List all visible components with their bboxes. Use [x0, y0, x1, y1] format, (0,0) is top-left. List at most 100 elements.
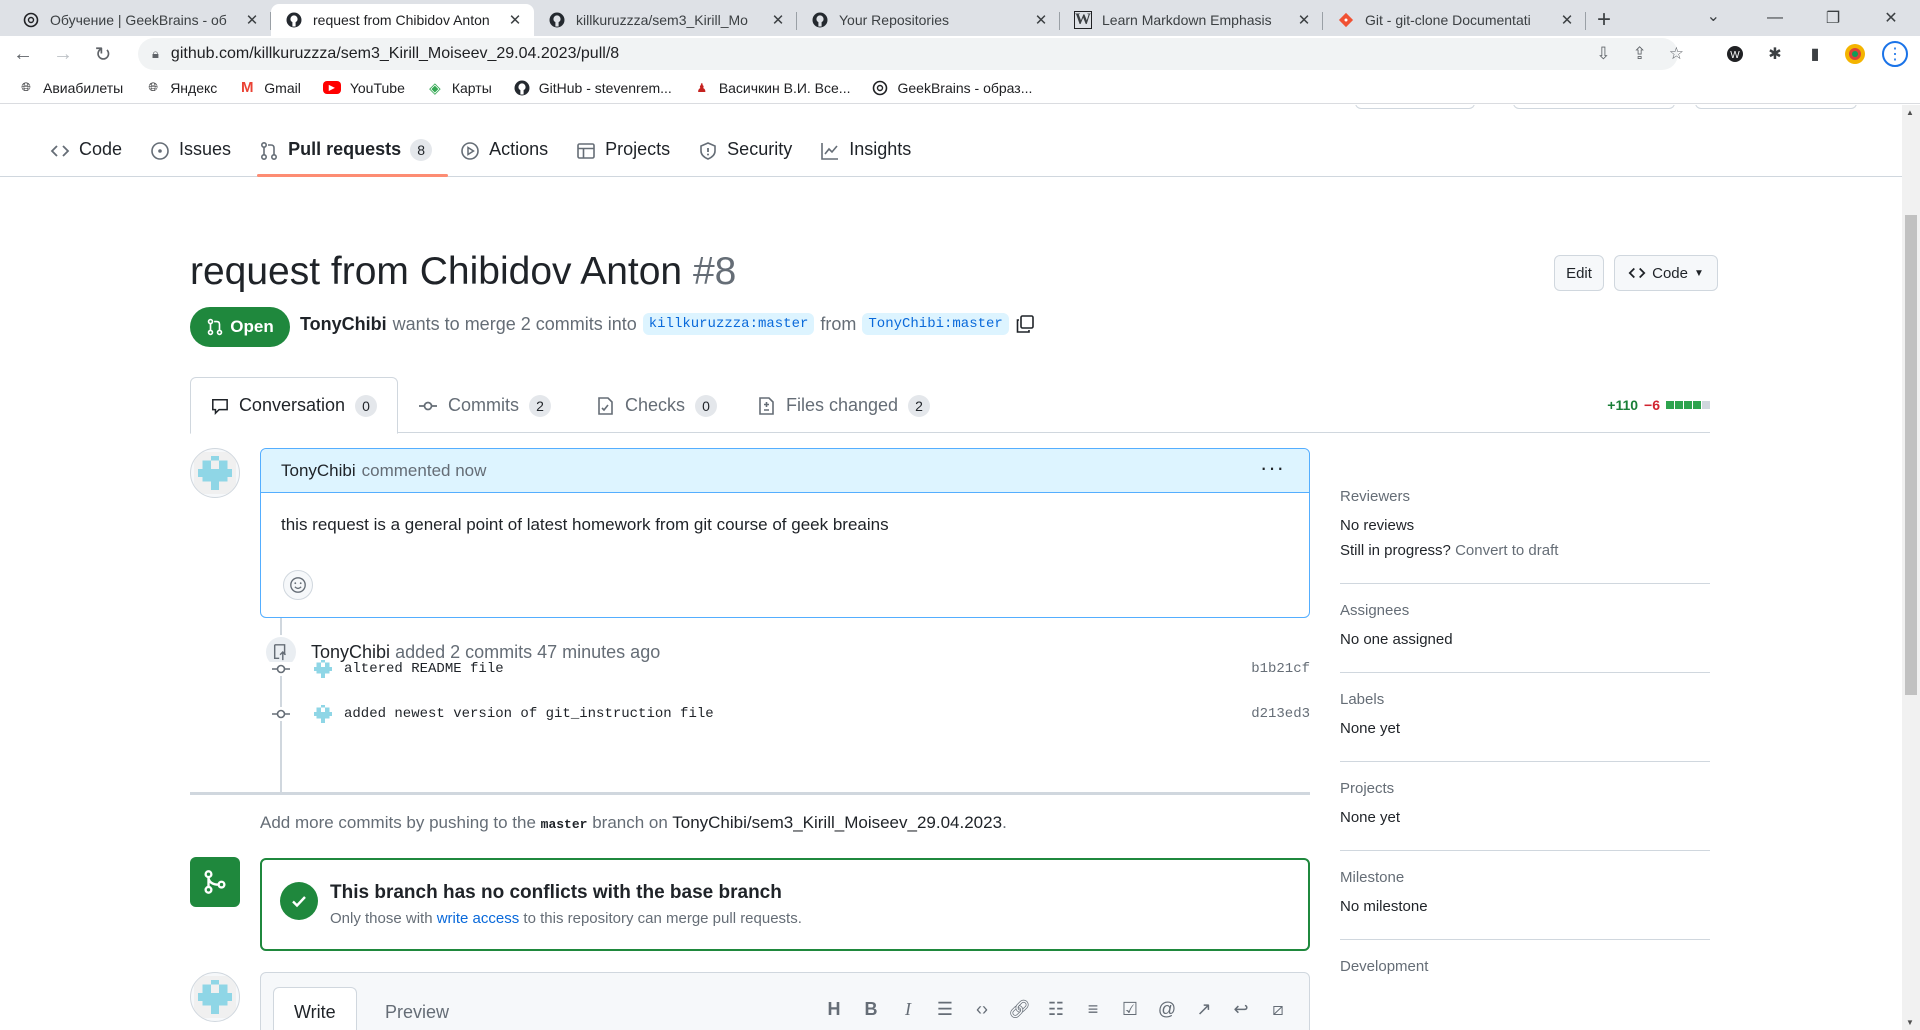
bookmark[interactable]: GitHub - stevenrem...: [514, 80, 672, 96]
code-dropdown-button[interactable]: Code ▼: [1614, 255, 1718, 291]
repo-tab-security[interactable]: Security: [696, 129, 808, 177]
close-icon[interactable]: ✕: [243, 11, 261, 29]
scroll-up-icon[interactable]: ▲: [1906, 108, 1914, 117]
repo-tab-actions[interactable]: Actions: [458, 129, 564, 177]
commit-message[interactable]: altered README file: [344, 661, 1251, 677]
tab-preview[interactable]: Preview: [365, 987, 469, 1030]
avatar[interactable]: [190, 448, 240, 498]
mention-icon[interactable]: @: [1156, 999, 1178, 1020]
base-branch[interactable]: killkuruzzza:master: [642, 313, 815, 335]
star-icon[interactable]: ☆: [1669, 44, 1684, 64]
task-list-icon[interactable]: ☑: [1119, 999, 1141, 1020]
cross-reference-icon[interactable]: ↗: [1193, 999, 1215, 1020]
hint-repo-link[interactable]: TonyChibi/sem3_Kirill_Moiseev_29.04.2023: [672, 813, 1002, 832]
browser-tab[interactable]: Your Repositories ✕: [797, 4, 1060, 36]
close-icon[interactable]: ✕: [1558, 11, 1576, 29]
scroll-down-icon[interactable]: ▼: [1906, 1018, 1914, 1027]
browser-tab[interactable]: W Learn Markdown Emphasis ✕: [1060, 4, 1323, 36]
italic-icon[interactable]: I: [897, 999, 919, 1020]
kebab-menu-icon[interactable]: ···: [1260, 455, 1285, 481]
repo-tab-code[interactable]: Code: [48, 129, 138, 177]
commit-sha[interactable]: b1b21cf: [1251, 661, 1310, 677]
browser-tab[interactable]: Обучение | GeekBrains - об ✕: [8, 4, 271, 36]
sidebar-assignees[interactable]: Assignees No one assigned: [1340, 584, 1710, 673]
forward-icon[interactable]: →: [46, 38, 80, 70]
install-icon[interactable]: ⇩: [1596, 44, 1610, 64]
address-bar[interactable]: 🔒︎ github.com/killkuruzzza/sem3_Kirill_M…: [138, 38, 1678, 70]
close-icon[interactable]: ✕: [506, 11, 524, 29]
ordered-list-icon[interactable]: ≡: [1082, 999, 1104, 1020]
bookmark[interactable]: M Gmail: [239, 79, 301, 96]
bookmark[interactable]: 🌐︎ Авиабилеты: [18, 80, 123, 96]
tab-files-changed[interactable]: Files changed 2: [736, 377, 950, 434]
heading-icon[interactable]: H: [823, 999, 845, 1020]
edit-button[interactable]: Edit: [1554, 255, 1604, 291]
add-reaction-button[interactable]: [283, 570, 313, 600]
browser-tab-active[interactable]: request from Chibidov Anton ✕: [271, 4, 534, 36]
sidebar-heading[interactable]: Projects: [1340, 780, 1710, 797]
minimize-icon[interactable]: —: [1746, 9, 1804, 27]
sidepanel-icon[interactable]: ▮: [1802, 41, 1828, 67]
tab-checks[interactable]: Checks 0: [575, 377, 737, 434]
link-icon[interactable]: 🔗︎: [1008, 999, 1031, 1020]
avatar[interactable]: [312, 658, 334, 680]
new-tab-button[interactable]: +: [1586, 4, 1622, 36]
code-icon[interactable]: ‹›: [971, 999, 993, 1020]
menu-icon[interactable]: ⋮: [1882, 41, 1908, 67]
comment-author[interactable]: TonyChibi: [281, 461, 356, 481]
tab-search-icon[interactable]: ⌄: [1707, 6, 1720, 26]
reply-icon[interactable]: ↩: [1230, 999, 1252, 1020]
avatar[interactable]: [312, 703, 334, 725]
scrollbar-thumb[interactable]: [1905, 215, 1917, 695]
repo-tab-projects[interactable]: Projects: [574, 129, 686, 177]
sidebar-heading[interactable]: Labels: [1340, 691, 1710, 708]
bookmark[interactable]: 🌐︎ Яндекс: [145, 80, 217, 96]
tab-write[interactable]: Write: [273, 987, 357, 1030]
sidebar-heading[interactable]: Assignees: [1340, 602, 1710, 619]
sidebar-milestone[interactable]: Milestone No milestone: [1340, 851, 1710, 940]
reload-icon[interactable]: ↻: [86, 38, 120, 70]
sidebar-heading[interactable]: Reviewers: [1340, 488, 1710, 505]
share-icon[interactable]: ⇪: [1633, 44, 1647, 64]
convert-to-draft-link[interactable]: Convert to draft: [1455, 542, 1558, 559]
bookmark[interactable]: ◈ Карты: [427, 80, 492, 97]
tab-commits[interactable]: Commits 2: [398, 377, 571, 434]
fork-button-partial[interactable]: [1513, 105, 1675, 109]
lock-icon[interactable]: 🔒︎: [152, 46, 159, 62]
avatar[interactable]: [190, 972, 240, 1022]
browser-tab[interactable]: killkuruzzza/sem3_Kirill_Mo ✕: [534, 4, 797, 36]
sidebar-heading[interactable]: Development: [1340, 958, 1710, 975]
browser-tab[interactable]: Git - git-clone Documentati ✕: [1323, 4, 1586, 36]
back-icon[interactable]: ←: [6, 38, 40, 70]
commit-sha[interactable]: d213ed3: [1251, 706, 1310, 722]
write-access-link[interactable]: write access: [437, 910, 520, 927]
page-scrollbar[interactable]: ▲ ▼: [1902, 105, 1920, 1030]
quote-icon[interactable]: ☰: [934, 999, 956, 1020]
puzzle-icon[interactable]: ✱: [1762, 41, 1788, 67]
bookmark[interactable]: ♟ Васичкин В.И. Все...: [694, 80, 850, 96]
extension-w-icon[interactable]: W: [1722, 41, 1748, 67]
restore-icon[interactable]: ❐: [1804, 8, 1862, 28]
copy-icon[interactable]: [1015, 314, 1035, 334]
fullscreen-icon[interactable]: ⧄: [1267, 999, 1289, 1020]
bookmark[interactable]: ▶ YouTube: [322, 80, 405, 96]
sidebar-projects[interactable]: Projects None yet: [1340, 762, 1710, 851]
head-branch[interactable]: TonyChibi:master: [862, 313, 1009, 335]
unordered-list-icon[interactable]: ☷: [1045, 999, 1067, 1020]
close-icon[interactable]: ✕: [1295, 11, 1313, 29]
bold-icon[interactable]: B: [860, 999, 882, 1020]
sidebar-reviewers[interactable]: Reviewers No reviews Still in progress? …: [1340, 470, 1710, 584]
sidebar-development[interactable]: Development: [1340, 940, 1710, 1003]
bookmark[interactable]: GeekBrains - образ...: [872, 80, 1032, 96]
watch-button-partial[interactable]: [1355, 105, 1475, 109]
close-icon[interactable]: ✕: [769, 11, 787, 29]
sidebar-labels[interactable]: Labels None yet: [1340, 673, 1710, 762]
repo-tab-insights[interactable]: Insights: [818, 129, 927, 177]
pr-author-link[interactable]: TonyChibi: [300, 314, 387, 335]
sidebar-heading[interactable]: Milestone: [1340, 869, 1710, 886]
repo-tab-issues[interactable]: Issues: [148, 129, 247, 177]
tab-conversation[interactable]: Conversation 0: [190, 377, 398, 434]
star-button-partial[interactable]: [1695, 105, 1857, 109]
profile-avatar-icon[interactable]: [1842, 41, 1868, 67]
repo-tab-pull-requests[interactable]: Pull requests 8: [257, 129, 449, 177]
